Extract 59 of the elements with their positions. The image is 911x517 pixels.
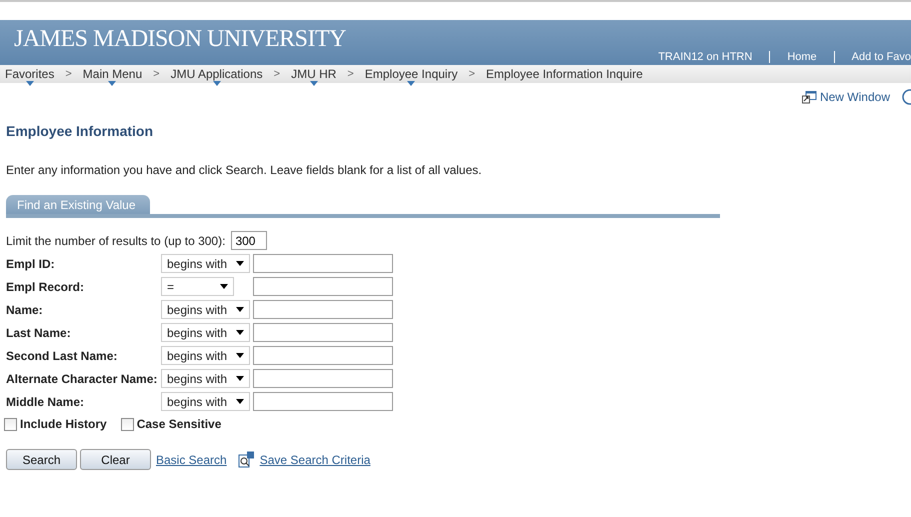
field-label: Alternate Character Name: <box>6 372 158 386</box>
input-field[interactable] <box>253 346 393 365</box>
caret-icon <box>220 284 228 289</box>
operator-dropdown[interactable]: begins with <box>161 369 250 388</box>
checkbox[interactable] <box>120 418 134 430</box>
header-link[interactable]: TRAIN12 on HTRN <box>641 51 770 63</box>
field-label: Name: <box>6 302 44 316</box>
breadcrumb-link[interactable]: JMU HR <box>286 67 342 81</box>
field-label: Empl ID: <box>6 256 56 270</box>
caret-icon <box>236 399 244 404</box>
save-search-link[interactable]: Save Search Criteria <box>260 452 370 466</box>
page-title: Employee Information <box>6 123 154 139</box>
save-search-icon[interactable] <box>238 451 255 468</box>
caret-icon <box>236 307 244 312</box>
operator-dropdown[interactable]: begins with <box>161 300 250 319</box>
breadcrumb-link[interactable]: Main Menu <box>78 67 148 81</box>
limit-label: Limit the number of results to (up to 300): <box>6 234 226 248</box>
caret-icon <box>236 353 244 358</box>
operator-dropdown[interactable]: = <box>161 277 234 296</box>
operator-dropdown[interactable]: begins with <box>161 346 250 365</box>
field-label: Second Last Name: <box>6 348 118 362</box>
caret-icon <box>236 330 244 335</box>
help-icon[interactable] <box>902 89 911 105</box>
operator-dropdown[interactable]: begins with <box>161 254 250 273</box>
checkbox[interactable] <box>4 418 17 430</box>
caret-icon <box>236 261 244 266</box>
input-field[interactable] <box>253 392 393 411</box>
new-window-link[interactable]: New Window <box>820 90 890 104</box>
operator-dropdown[interactable]: begins with <box>161 323 250 342</box>
field-label: Last Name: <box>6 326 72 340</box>
header-link[interactable]: Add to Favo <box>834 51 911 63</box>
operator-dropdown[interactable]: begins with <box>161 392 250 411</box>
university-logo: JAMES MADISON UNIVERSITY <box>13 26 346 54</box>
limit-input[interactable]: 300 <box>231 231 268 250</box>
separator-glyph: > <box>346 68 355 80</box>
new-window-icon[interactable] <box>802 90 817 104</box>
checkbox-label: Case Sensitive <box>136 417 222 431</box>
separator-glyph: > <box>152 68 161 80</box>
field-label: Middle Name: <box>6 394 86 408</box>
breadcrumb-link[interactable]: JMU Applications <box>166 67 268 81</box>
caret-icon <box>236 376 244 381</box>
input-field[interactable] <box>253 323 393 342</box>
breadcrumb-link[interactable]: Favorites <box>0 67 60 81</box>
separator-glyph: > <box>272 68 282 80</box>
instructions-text: Enter any information you have and click Search. Leave fields blank for a list of all values. <box>6 163 483 177</box>
checkbox-label: Include History <box>20 417 107 431</box>
form-button[interactable]: Search <box>6 449 77 470</box>
input-field[interactable] <box>253 254 393 273</box>
header-link[interactable]: Home <box>769 51 834 63</box>
form-button[interactable]: Clear <box>80 449 151 470</box>
basic-search-link[interactable]: Basic Search <box>156 452 227 466</box>
field-label: Empl Record: <box>6 280 86 294</box>
separator-glyph: > <box>468 68 476 80</box>
breadcrumb-link[interactable]: Employee Inquiry <box>360 67 463 81</box>
input-field[interactable] <box>253 369 393 388</box>
separator-glyph: > <box>64 68 73 80</box>
breadcrumb-link[interactable]: Employee Information Inquire <box>481 67 648 81</box>
input-field[interactable] <box>253 277 393 296</box>
input-field[interactable] <box>253 300 393 319</box>
